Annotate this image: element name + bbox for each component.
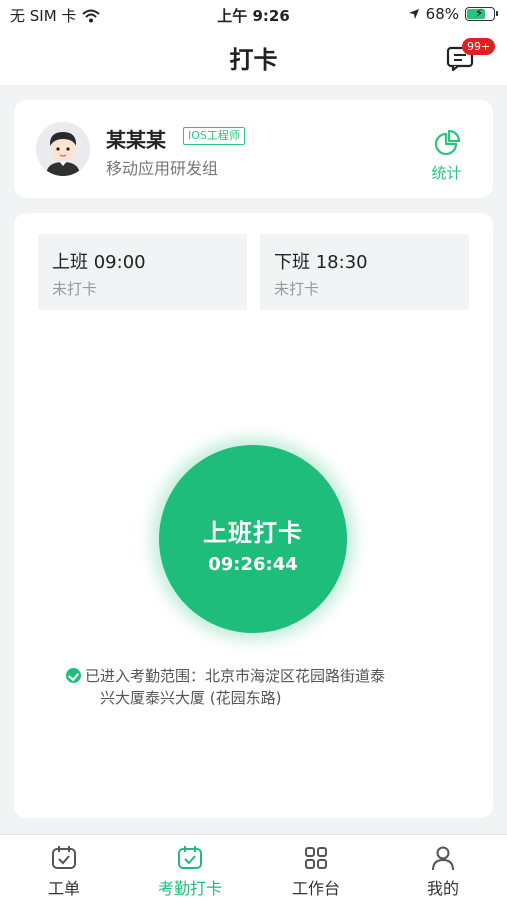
pie-chart-icon bbox=[434, 129, 460, 156]
battery-percent: 68% bbox=[425, 5, 459, 23]
clock-in-button[interactable]: 上班打卡 09:26:44 bbox=[159, 445, 347, 633]
location-line-1: 已进入考勤范围：北京市海淀区花园路街道泰 bbox=[85, 667, 386, 685]
avatar-illustration bbox=[36, 122, 90, 176]
battery-icon: ⚡ bbox=[465, 6, 498, 21]
location-line-2: 兴大厦泰兴大厦 (花园东路) bbox=[100, 689, 282, 707]
tab-profile-label: 我的 bbox=[426, 879, 459, 898]
status-bar: 无 SIM 卡 上午 9:26 68% ⚡ bbox=[0, 0, 507, 30]
tab-attendance[interactable]: 考勤打卡 bbox=[140, 845, 240, 899]
check-circle-icon bbox=[66, 668, 81, 683]
person-icon bbox=[432, 846, 454, 871]
location-status: 已进入考勤范围：北京市海淀区花园路街道泰 兴大厦泰兴大厦 (花园东路) bbox=[66, 665, 446, 709]
shift-end-status: 未打卡 bbox=[274, 280, 320, 298]
location-arrow-icon bbox=[408, 9, 419, 19]
tab-profile[interactable]: 我的 bbox=[393, 845, 493, 899]
tab-work-orders-label: 工单 bbox=[47, 879, 80, 898]
shift-start-card: 上班 09:00 未打卡 bbox=[38, 234, 247, 310]
page-title: 打卡 bbox=[229, 46, 278, 74]
clock-in-label: 上班打卡 bbox=[203, 519, 303, 547]
shift-start-title: 上班 09:00 bbox=[52, 252, 146, 273]
nav-bar: 打卡 bbox=[0, 30, 507, 85]
tab-workbench-label: 工作台 bbox=[291, 879, 340, 898]
shift-start-status: 未打卡 bbox=[52, 280, 98, 298]
tab-bar: 工单 考勤打卡 工作台 我的 bbox=[0, 834, 507, 901]
tab-workbench[interactable]: 工作台 bbox=[266, 845, 366, 899]
tab-attendance-label: 考勤打卡 bbox=[157, 879, 222, 898]
calendar-check-icon bbox=[178, 846, 202, 869]
avatar[interactable] bbox=[36, 122, 90, 176]
stats-label: 统计 bbox=[431, 164, 462, 182]
user-card: 某某某 IOS工程师 移动应用研发组 统计 bbox=[14, 100, 493, 198]
shift-end-title: 下班 18:30 bbox=[274, 252, 368, 273]
clock-in-time: 09:26:44 bbox=[208, 554, 298, 575]
grid-icon bbox=[305, 847, 327, 869]
role-badge: IOS工程师 bbox=[183, 127, 245, 145]
clock-card: 上班 09:00 未打卡 下班 18:30 未打卡 上班打卡 09:26:44 … bbox=[14, 213, 493, 818]
user-name: 某某某 bbox=[106, 128, 166, 152]
calendar-check-icon bbox=[52, 846, 76, 869]
stats-button[interactable]: 统计 bbox=[424, 128, 469, 183]
message-badge: 99+ bbox=[462, 38, 496, 55]
department-label: 移动应用研发组 bbox=[106, 159, 219, 178]
tab-work-orders[interactable]: 工单 bbox=[14, 845, 114, 899]
shift-end-card: 下班 18:30 未打卡 bbox=[260, 234, 469, 310]
